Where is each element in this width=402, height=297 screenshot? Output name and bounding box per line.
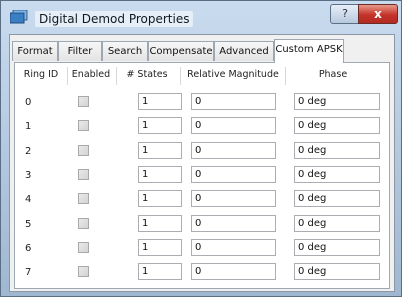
- ring-id-cell: 0: [25, 97, 32, 108]
- relative-magnitude-field[interactable]: 0: [191, 165, 276, 183]
- header-divider: [285, 67, 286, 85]
- help-button[interactable]: ?: [330, 4, 360, 24]
- phase-field[interactable]: 0 deg: [294, 141, 380, 159]
- relative-magnitude-field[interactable]: 0: [191, 141, 276, 159]
- states-field[interactable]: 1: [138, 165, 182, 183]
- states-field[interactable]: 1: [138, 263, 182, 281]
- ring-id-cell: 5: [25, 218, 32, 230]
- header-divider: [180, 67, 181, 85]
- custom-apsk-panel: Ring ID Enabled # States Relative Magnit…: [14, 62, 390, 289]
- ring-id-cell: 4: [25, 194, 32, 206]
- enabled-checkbox[interactable]: [78, 168, 89, 180]
- states-field[interactable]: 1: [138, 117, 182, 135]
- table-row: 0100 deg: [15, 93, 389, 113]
- phase-field[interactable]: 0 deg: [294, 93, 380, 110]
- phase-field[interactable]: 0 deg: [294, 214, 380, 232]
- tab-filter[interactable]: Filter: [58, 41, 102, 61]
- relative-magnitude-field[interactable]: 0: [191, 190, 276, 208]
- states-field[interactable]: 1: [138, 238, 182, 256]
- tab-search[interactable]: Search: [102, 41, 148, 61]
- header-phase: Phase: [318, 69, 348, 80]
- enabled-checkbox[interactable]: [78, 217, 89, 229]
- states-field[interactable]: 1: [138, 190, 182, 208]
- table-row: 3 10 0 deg: [15, 165, 389, 186]
- header-relative-magnitude: Relative Magnitude: [187, 69, 279, 80]
- phase-field[interactable]: 0 deg: [294, 190, 380, 208]
- tab-format[interactable]: Format: [12, 41, 58, 61]
- enabled-checkbox[interactable]: [78, 266, 89, 278]
- table-row: 1100 deg: [15, 117, 389, 137]
- close-button[interactable]: x: [358, 4, 398, 24]
- window-title: Digital Demod Properties: [35, 11, 194, 27]
- relative-magnitude-field[interactable]: 0: [191, 263, 276, 281]
- table-row: 6 10 0 deg: [15, 238, 389, 259]
- relative-magnitude-field[interactable]: 0: [191, 117, 276, 135]
- tab-custom-apsk[interactable]: Custom APSK: [274, 39, 344, 63]
- enabled-checkbox[interactable]: [78, 193, 89, 205]
- phase-field[interactable]: 0 deg: [294, 263, 380, 281]
- dialog-window: Digital Demod Properties ? x Format Filt…: [0, 0, 402, 297]
- ring-id-cell: 2: [25, 145, 32, 157]
- enabled-checkbox[interactable]: [78, 241, 89, 253]
- ring-id-cell: 3: [25, 169, 32, 181]
- dialog-client-area: Format Filter Search Compensate Advanced…: [9, 34, 395, 292]
- enabled-checkbox[interactable]: [78, 96, 89, 107]
- app-icon: [10, 10, 28, 24]
- relative-magnitude-field[interactable]: 0: [191, 214, 276, 232]
- states-field[interactable]: 1: [138, 141, 182, 159]
- relative-magnitude-field[interactable]: 0: [191, 93, 276, 110]
- table-row: 5 10 0 deg: [15, 214, 389, 235]
- phase-field[interactable]: 0 deg: [294, 238, 380, 256]
- enabled-checkbox[interactable]: [78, 120, 89, 132]
- enabled-checkbox[interactable]: [78, 144, 89, 156]
- phase-field[interactable]: 0 deg: [294, 117, 380, 135]
- ring-id-cell: 6: [25, 242, 32, 254]
- header-divider: [67, 67, 68, 85]
- header-divider: [116, 67, 117, 85]
- table-row: 7 10 0 deg: [15, 263, 389, 283]
- ring-id-cell: 7: [25, 267, 32, 279]
- header-enabled: Enabled: [71, 69, 111, 80]
- header-ring-id: Ring ID: [23, 69, 59, 80]
- tab-compensate[interactable]: Compensate: [148, 41, 214, 61]
- table-row: 4 10 0 deg: [15, 190, 389, 210]
- phase-field[interactable]: 0 deg: [294, 165, 380, 183]
- states-field[interactable]: 1: [138, 214, 182, 232]
- tab-advanced[interactable]: Advanced: [214, 41, 274, 61]
- header-states: # States: [126, 69, 168, 80]
- title-bar[interactable]: Digital Demod Properties ? x: [1, 1, 401, 33]
- table-row: 2 10 0 deg: [15, 141, 389, 162]
- states-field[interactable]: 1: [138, 93, 182, 110]
- tab-strip: Format Filter Search Compensate Advanced…: [10, 39, 394, 63]
- relative-magnitude-field[interactable]: 0: [191, 238, 276, 256]
- ring-id-cell: 1: [25, 121, 32, 133]
